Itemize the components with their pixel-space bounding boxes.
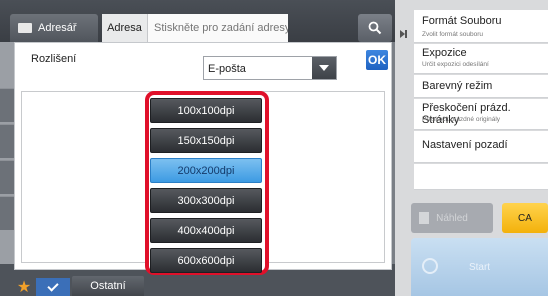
start-icon <box>422 258 438 274</box>
address-input[interactable] <box>148 14 288 42</box>
dialog-title: Rozlišení <box>31 53 77 65</box>
mode-dropdown[interactable]: E-pošta <box>203 56 337 80</box>
search-icon <box>368 21 382 35</box>
menu-item-subtitle: Přeskočit prázdné originály <box>422 116 501 123</box>
ok-button[interactable]: OK <box>366 50 388 70</box>
menu-item-color-mode[interactable]: Barevný režim <box>414 75 548 98</box>
menu-item-skip-blank-pages[interactable]: Přeskočení prázd. Stránky Přeskočit práz… <box>414 99 548 130</box>
menu-item-background-setting[interactable]: Nastavení pozadí <box>414 131 548 163</box>
resolution-option[interactable]: 100x100dpi <box>150 98 262 123</box>
menu-item-exposure[interactable]: Expozice Určit expozici odesílání <box>414 44 548 74</box>
dropdown-button[interactable] <box>312 57 336 79</box>
menu-item-title: Expozice <box>422 47 467 59</box>
check-button[interactable] <box>36 278 70 296</box>
menu-item-title: Formát Souboru <box>422 15 502 27</box>
left-tab[interactable] <box>0 160 14 194</box>
search-button[interactable] <box>358 14 392 42</box>
address-book-button[interactable]: Adresář <box>10 14 98 42</box>
menu-item-empty <box>414 164 548 190</box>
menu-item-title: Barevný režim <box>422 80 493 92</box>
resolution-option[interactable]: 200x200dpi <box>150 158 262 183</box>
other-button[interactable]: Ostatní <box>72 276 144 296</box>
resolution-option[interactable]: 600x600dpi <box>150 248 262 273</box>
expand-icon-bar <box>405 30 407 38</box>
left-tab[interactable] <box>0 124 14 158</box>
chevron-down-icon <box>319 65 329 71</box>
left-tab[interactable] <box>0 88 14 122</box>
checkmark-icon <box>47 279 59 292</box>
dropdown-value: E-pošta <box>208 63 246 75</box>
clear-all-button[interactable]: CA <box>502 203 548 233</box>
preview-icon <box>419 212 429 224</box>
address-label: Adresa <box>102 14 148 42</box>
favorite-star-icon[interactable]: ★ <box>14 280 34 296</box>
resolution-option[interactable]: 400x400dpi <box>150 218 262 243</box>
menu-item-file-format[interactable]: Formát Souboru Zvolit formát souboru <box>414 10 548 43</box>
resolution-option[interactable]: 300x300dpi <box>150 188 262 213</box>
left-tab[interactable] <box>0 196 14 230</box>
menu-item-title: Nastavení pozadí <box>422 139 508 151</box>
menu-item-subtitle: Určit expozici odesílání <box>422 61 489 68</box>
menu-item-subtitle: Zvolit formát souboru <box>422 31 484 38</box>
resolution-option[interactable]: 150x150dpi <box>150 128 262 153</box>
address-book-label: Adresář <box>38 22 77 34</box>
address-book-icon <box>18 23 32 33</box>
